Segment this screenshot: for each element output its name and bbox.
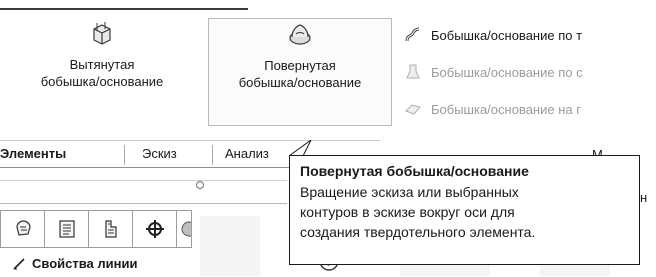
property-title-text: Свойства линии (32, 256, 138, 271)
panel-divider (0, 180, 287, 181)
swept-boss-button[interactable]: Бобышка/основание по т (402, 24, 582, 46)
tooltip: Повернутая бобышка/основание Вращение эс… (289, 155, 640, 265)
extruded-boss-label-1: Вытянутая (69, 57, 135, 72)
configuration-manager-icon[interactable] (88, 210, 132, 248)
boundary-boss-label: Бобышка/основание на г (431, 101, 581, 117)
revolved-boss-label-2: бобышка/основание (238, 75, 362, 90)
revolved-boss-button[interactable]: Повернутая бобышка/основание (208, 18, 392, 126)
revolved-boss-label-1: Повернутая (264, 58, 336, 73)
panel-divider (0, 203, 287, 204)
boundary-boss-icon (402, 98, 424, 120)
revolved-boss-icon (285, 21, 315, 49)
dimxpert-icon[interactable] (132, 210, 176, 248)
tooltip-line: контуров в эскизе вокруг оси для (300, 204, 515, 220)
lofted-boss-label: Бобышка/основание по с (431, 64, 583, 80)
property-manager-icon[interactable] (44, 210, 88, 248)
tooltip-title: Повернутая бобышка/основание (300, 163, 529, 179)
feature-manager-icon[interactable] (0, 210, 44, 248)
display-manager-icon[interactable] (176, 210, 192, 248)
top-divider (0, 8, 248, 10)
extruded-boss-label-2: бобышка/основание (40, 74, 164, 89)
tab-features[interactable]: Элементы (0, 141, 66, 168)
lofted-boss-button[interactable]: Бобышка/основание по с (402, 61, 583, 83)
tab-sketch[interactable]: Эскиз (142, 141, 177, 168)
line-icon (13, 257, 25, 270)
manager-tabs (0, 210, 192, 248)
swept-boss-label: Бобышка/основание по т (431, 27, 583, 43)
tooltip-line: Вращение эскиза или выбранных (300, 184, 519, 200)
watermark (200, 216, 260, 276)
tab-evaluate[interactable]: Анализ (225, 141, 269, 168)
extruded-boss-button[interactable]: Вытянутая бобышка/основание (0, 18, 204, 126)
tooltip-line: создания твердотельного элемента. (300, 224, 536, 240)
extruded-boss-icon (87, 20, 117, 48)
tab-separator (124, 145, 125, 165)
lofted-boss-icon (402, 61, 424, 83)
tab-separator (212, 145, 213, 165)
partial-text: н (640, 190, 648, 205)
boundary-boss-button[interactable]: Бобышка/основание на г (402, 98, 581, 120)
swept-boss-icon (402, 24, 424, 46)
collapse-handle[interactable] (196, 181, 204, 189)
property-title: Свойства линии (12, 256, 138, 271)
